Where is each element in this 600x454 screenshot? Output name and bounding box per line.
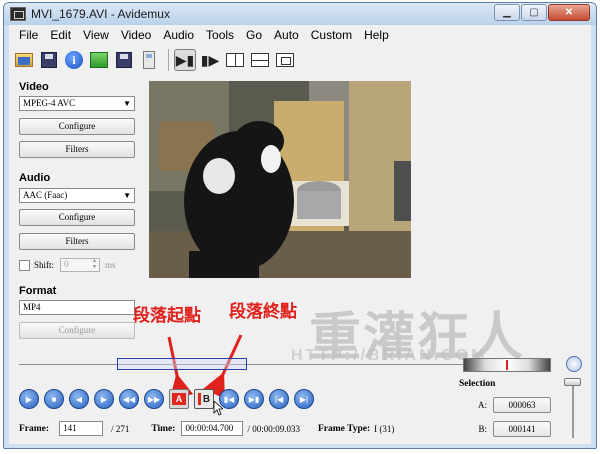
marker-a-label: A	[172, 393, 186, 405]
selection-b-row: B: 000141	[459, 421, 551, 437]
minimize-button[interactable]: ▁	[494, 4, 520, 21]
volume-slider[interactable]	[564, 378, 581, 386]
play-button[interactable]: ▶	[19, 389, 39, 409]
time-total: / 00:00:09.033	[247, 423, 300, 434]
time-input[interactable]: 00:00:04.700	[181, 421, 244, 436]
first-frame-button[interactable]: |◀	[269, 389, 289, 409]
client-area: File Edit View Video Audio Tools Go Auto…	[9, 25, 591, 444]
title-bar[interactable]: MVI_1679.AVI - Avidemux ▁ ▢ ✕	[4, 3, 596, 25]
frame-label: Frame:	[19, 423, 50, 434]
set-marker-b-button[interactable]: B	[194, 389, 214, 409]
stop-button[interactable]: ■	[44, 389, 64, 409]
selection-a-label: A:	[478, 400, 487, 410]
next-keyframe-button[interactable]: ▶▶	[144, 389, 164, 409]
jog-knob[interactable]	[566, 356, 582, 372]
mouse-pointer-icon	[213, 401, 223, 416]
app-window: MVI_1679.AVI - Avidemux ▁ ▢ ✕ File Edit …	[3, 2, 597, 449]
previous-keyframe-button[interactable]: ◀◀	[119, 389, 139, 409]
app-icon	[10, 7, 26, 21]
jog-shuttle[interactable]	[463, 358, 551, 372]
frame-type-label: Frame Type:	[317, 423, 371, 434]
frame-total: / 271	[111, 423, 130, 434]
selection-range	[117, 358, 247, 370]
selection-b-label: B:	[478, 424, 487, 434]
marker-b-label: B	[202, 393, 211, 405]
selection-a-button[interactable]: 000063	[493, 397, 551, 413]
set-marker-a-button[interactable]: A	[169, 389, 189, 409]
time-label: Time:	[151, 423, 176, 434]
next-frame-button[interactable]: ▶	[94, 389, 114, 409]
selection-b-button[interactable]: 000141	[493, 421, 551, 437]
frame-input[interactable]: 141	[59, 421, 104, 436]
selection-a-row: A: 000063	[459, 397, 551, 413]
window-title: MVI_1679.AVI - Avidemux	[31, 7, 170, 21]
close-button[interactable]: ✕	[548, 4, 590, 21]
next-black-frame-button[interactable]: ▶▮	[244, 389, 264, 409]
previous-frame-button[interactable]: ◀	[69, 389, 89, 409]
frame-type-value: I (31)	[374, 423, 395, 434]
caption-buttons: ▁ ▢ ✕	[493, 4, 590, 21]
volume-slider-track	[572, 380, 574, 438]
selection-panel: Selection A: 000063 B: 000141	[459, 379, 551, 437]
status-bar: Frame: 141 / 271 Time: 00:00:04.700 / 00…	[19, 421, 394, 436]
maximize-button[interactable]: ▢	[521, 4, 547, 21]
transport-controls: ▶ ■ ◀ ▶ ◀◀ ▶▶ A B ▮◀ ▶▮ |◀ ▶|	[19, 389, 319, 409]
selection-title: Selection	[459, 379, 496, 389]
last-frame-button[interactable]: ▶|	[294, 389, 314, 409]
